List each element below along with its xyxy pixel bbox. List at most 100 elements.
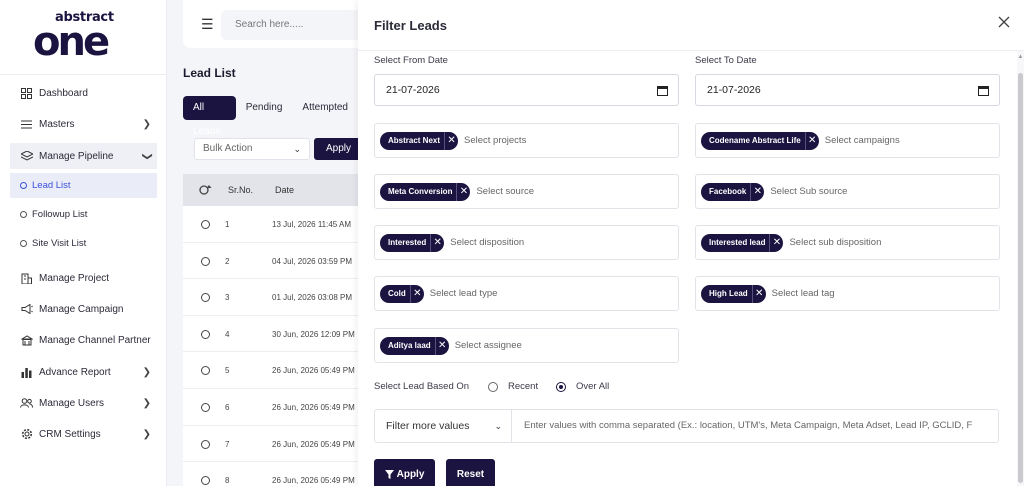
tab-attempted[interactable]: Attempted	[292, 96, 358, 120]
lead-tag-select[interactable]: High Lead ✕ Select lead tag	[695, 276, 1000, 311]
chip-label: Cold	[388, 289, 406, 298]
bulk-apply-button[interactable]: Apply	[314, 138, 364, 160]
chevron-down-icon: ❯	[141, 151, 153, 161]
select-placeholder: Select sub disposition	[789, 237, 882, 248]
source-select[interactable]: Meta Conversion ✕ Select source	[374, 174, 679, 209]
sidebar-item-advance-report[interactable]: Advance Report ❯	[10, 359, 157, 385]
row-checkbox[interactable]	[201, 439, 210, 449]
scroll-up-icon[interactable]: ▲	[1017, 54, 1024, 60]
table-row[interactable]: 1 13 Jul, 2026 11:45 AM	[183, 206, 383, 243]
circle-icon	[20, 240, 27, 247]
row-date: 30 Jun, 2026 12:09 PM	[272, 329, 355, 339]
calendar-icon[interactable]	[978, 75, 989, 108]
row-sr-no: 3	[225, 293, 230, 303]
row-checkbox[interactable]	[201, 329, 210, 339]
lead-type-select[interactable]: Cold ✕ Select lead type	[374, 276, 679, 311]
remove-chip-icon[interactable]: ✕	[750, 182, 764, 201]
row-checkbox[interactable]	[201, 293, 210, 303]
remove-chip-icon[interactable]: ✕	[456, 182, 470, 201]
pipeline-icon	[20, 150, 33, 163]
search-input[interactable]: Search here.....	[221, 10, 381, 40]
sidebar-subitem-followup-list[interactable]: Followup List	[10, 202, 157, 227]
remove-chip-icon[interactable]: ✕	[434, 336, 449, 355]
from-date-field[interactable]: 21-07-2026	[374, 74, 679, 106]
sidebar-item-manage-users[interactable]: Manage Users ❯	[10, 390, 157, 416]
radio-over-all[interactable]	[556, 382, 566, 392]
table-row[interactable]: 4 30 Jun, 2026 12:09 PM	[183, 315, 383, 353]
sub-disposition-select[interactable]: Interested lead ✕ Select sub disposition	[695, 225, 1000, 260]
tab-all-leads[interactable]: All Leads	[183, 96, 236, 137]
sidebar-item-masters[interactable]: Masters ❯	[10, 111, 157, 137]
table-row[interactable]: 7 26 Jun, 2026 05:49 PM	[183, 425, 383, 463]
sidebar-item-label: Manage Pipeline	[39, 150, 114, 162]
gear-icon	[20, 428, 33, 441]
bulk-action-select[interactable]: Bulk Action ⌄	[194, 138, 310, 160]
table-row[interactable]: 2 04 Jul, 2026 03:59 PM	[183, 242, 383, 280]
logo-text-one: one	[33, 19, 110, 65]
chip-label: Facebook	[709, 187, 747, 196]
sidebar-item-label: Manage Campaign	[39, 303, 124, 315]
hamburger-menu-icon[interactable]: ☰	[201, 16, 214, 33]
panel-scrollbar[interactable]: ▲	[1017, 51, 1024, 486]
row-date: 26 Jun, 2026 05:49 PM	[272, 366, 355, 376]
sidebar-subitem-site-visit-list[interactable]: Site Visit List	[10, 231, 157, 256]
filter-values-input[interactable]: Enter values with comma separated (Ex.: …	[524, 410, 994, 442]
panel-title: Filter Leads	[374, 18, 447, 33]
reset-filter-label: Reset	[456, 468, 485, 480]
assignee-select[interactable]: Aditya laad ✕ Select assignee	[374, 328, 679, 363]
table-row[interactable]: 3 01 Jul, 2026 03:08 PM	[183, 279, 383, 316]
close-icon[interactable]	[998, 16, 1010, 32]
campaign-select[interactable]: Codename Abstract Life ✕ Select campaigns	[695, 123, 1000, 158]
radio-recent[interactable]	[488, 382, 498, 392]
radio-recent-label[interactable]: Recent	[508, 381, 538, 392]
chevron-down-icon: ⌄	[494, 421, 502, 431]
row-checkbox[interactable]	[201, 476, 210, 486]
remove-chip-icon[interactable]: ✕	[430, 233, 444, 252]
partner-icon	[20, 334, 33, 347]
sidebar-item-crm-settings[interactable]: CRM Settings ❯	[10, 421, 157, 447]
sidebar-item-dashboard[interactable]: Dashboard	[10, 80, 157, 106]
selected-chip: Meta Conversion ✕	[380, 182, 471, 201]
to-date-field[interactable]: 21-07-2026	[695, 74, 1000, 106]
reset-filter-button[interactable]: Reset	[446, 459, 495, 486]
remove-chip-icon[interactable]: ✕	[804, 131, 819, 150]
remove-chip-icon[interactable]: ✕	[444, 131, 458, 150]
disposition-select[interactable]: Interested ✕ Select disposition	[374, 225, 679, 260]
remove-chip-icon[interactable]: ✕	[751, 284, 766, 303]
row-checkbox[interactable]	[201, 403, 210, 412]
select-all-checkbox[interactable]	[199, 184, 212, 197]
sidebar-item-manage-project[interactable]: Manage Project	[10, 265, 157, 291]
radio-over-all-label[interactable]: Over All	[576, 381, 609, 392]
calendar-icon[interactable]	[657, 75, 668, 108]
table-header: Sr.No. Date	[183, 174, 383, 206]
row-date: 13 Jul, 2026 11:45 AM	[272, 220, 352, 229]
project-select[interactable]: Abstract Next ✕ Select projects	[374, 123, 679, 158]
row-sr-no: 2	[225, 256, 230, 266]
row-checkbox[interactable]	[201, 256, 210, 266]
sidebar-subitem-lead-list[interactable]: Lead List	[10, 173, 157, 198]
table-row[interactable]: 5 26 Jun, 2026 05:49 PM	[183, 352, 383, 389]
apply-filter-button[interactable]: Apply	[374, 459, 435, 486]
row-sr-no: 6	[225, 403, 230, 412]
row-date: 26 Jun, 2026 05:49 PM	[272, 403, 355, 412]
select-placeholder: Select assignee	[454, 340, 522, 351]
chip-label: Interested lead	[709, 238, 766, 247]
filter-more-select[interactable]: Filter more values ⌄	[375, 410, 512, 442]
tab-pending[interactable]: Pending	[236, 96, 293, 120]
lead-based-on-label: Select Lead Based On	[374, 381, 470, 392]
sub-source-select[interactable]: Facebook ✕ Select Sub source	[695, 174, 1000, 209]
row-checkbox[interactable]	[201, 220, 210, 229]
sidebar-item-manage-campaign[interactable]: Manage Campaign	[10, 296, 157, 322]
sidebar-item-manage-pipeline[interactable]: Manage Pipeline ❯	[10, 143, 157, 169]
sidebar-item-manage-channel-partner[interactable]: Manage Channel Partner	[10, 327, 157, 353]
remove-chip-icon[interactable]: ✕	[409, 284, 424, 303]
filter-more-label: Filter more values	[386, 420, 470, 432]
selected-chip: Codename Abstract Life ✕	[701, 131, 819, 150]
column-header-sr-no: Sr.No.	[228, 185, 254, 195]
row-checkbox[interactable]	[201, 366, 210, 376]
scrollbar-thumb[interactable]	[1018, 73, 1023, 483]
table-row[interactable]: 8 26 Jun, 2026 05:49 PM	[183, 462, 383, 486]
table-row[interactable]: 6 26 Jun, 2026 05:49 PM	[183, 389, 383, 426]
remove-chip-icon[interactable]: ✕	[769, 233, 783, 252]
brand-logo[interactable]: abstract one	[33, 10, 135, 62]
